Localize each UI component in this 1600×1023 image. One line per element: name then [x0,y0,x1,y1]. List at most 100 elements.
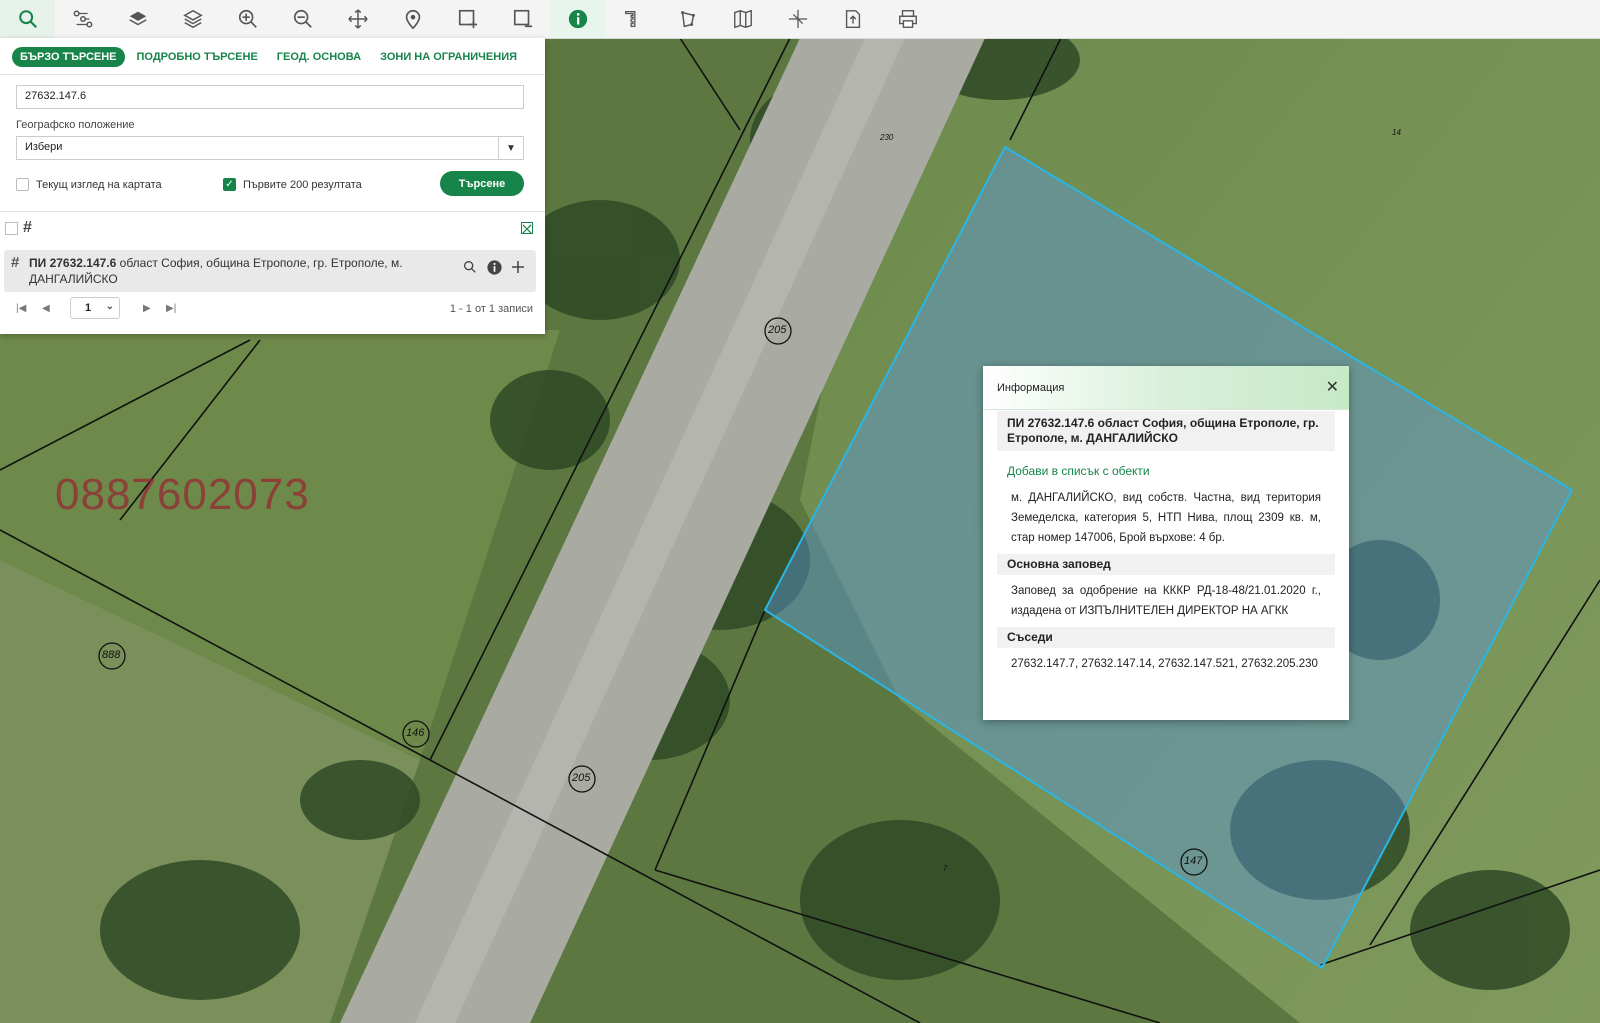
location-pin-icon [405,9,420,30]
select-rect-tool[interactable] [440,0,495,38]
measure-icon [624,11,635,27]
select-all-checkbox[interactable] [5,222,18,235]
search-button[interactable]: Търсене [440,171,524,196]
map-tool[interactable] [715,0,770,38]
route-tool[interactable] [55,0,110,38]
map-icon [733,9,752,29]
prev-page-button[interactable]: ◀ [42,303,50,314]
parcel-details: м. ДАНГАЛИЙСКО, вид собств. Частна, вид … [1011,492,1321,544]
checkmark-icon: ✓ [223,178,236,191]
info-icon [486,259,502,275]
search-icon [18,10,37,29]
parcel-number-label: 205 [768,324,787,336]
info-popup: Информация ✕ ПИ 27632.147.6 област София… [983,366,1349,720]
search-input[interactable]: 27632.147.6 [16,85,524,109]
parcel-title: ПИ 27632.147.6 област София, община Етро… [997,411,1335,451]
zoom-to-result-button[interactable] [458,255,482,279]
first-page-button[interactable]: |◀ [16,303,26,314]
info-icon [568,9,587,29]
select-clear-icon [513,9,532,28]
export-tool[interactable] [825,0,880,38]
add-to-list-button[interactable] [506,255,530,279]
checkbox-box [16,178,29,191]
layers-tool[interactable] [165,0,220,38]
geo-position-label: Географско положение [16,119,135,131]
last-page-button[interactable]: ▶| [166,303,176,314]
current-view-checkbox[interactable]: Текущ изглед на картата [16,178,162,191]
chevron-down-icon: ⌄ [105,301,114,312]
location-tool[interactable] [385,0,440,38]
search-tool[interactable] [0,0,55,38]
crosshair-tool[interactable] [770,0,825,38]
geo-position-select[interactable]: Избери ▼ [16,136,524,160]
grid-icon[interactable]: # [23,219,32,237]
parcel-number-label: 888 [102,649,121,661]
page-number: 1 [85,302,92,314]
zoom-in-tool[interactable] [220,0,275,38]
records-count: 1 - 1 от 1 записи [449,303,533,315]
print-icon [898,10,917,28]
pan-tool[interactable] [330,0,385,38]
current-view-label: Текущ изглед на картата [36,178,162,191]
parcel-icon: # [11,254,20,271]
neighbors-text: 27632.147.7, 27632.147.14, 27632.147.521… [1011,658,1318,670]
layers-icon [182,9,203,29]
result-actions [458,255,530,279]
polygon-tool[interactable] [660,0,715,38]
zoom-out-icon [293,9,312,28]
parcel-number-label: 205 [572,772,591,784]
panel-divider [0,211,545,212]
result-title: ПИ 27632.147.6 [29,256,117,270]
measure-tool[interactable] [605,0,660,38]
chevron-down-icon: ▼ [498,137,523,159]
pan-icon [347,9,368,29]
route-icon [73,10,92,28]
add-to-objects-link[interactable]: Добави в списък с обекти [997,451,1335,486]
expand-icon[interactable] [521,222,533,234]
polygon-icon [680,11,695,28]
parcel-number-label: 230 [880,133,894,142]
geo-position-value: Избери [25,141,63,153]
next-page-button[interactable]: ▶ [143,303,151,314]
print-tool[interactable] [880,0,935,38]
info-tool[interactable] [550,0,605,38]
crosshair-icon [788,9,807,29]
result-info-button[interactable] [482,255,506,279]
plus-icon [512,261,524,273]
search-icon [464,261,476,273]
zoom-out-tool[interactable] [275,0,330,38]
tab-restriction-zones[interactable]: ЗОНИ НА ОГРАНИЧЕНИЯ [380,51,517,63]
search-tabs: БЪРЗО ТЪРСЕНЕ ПОДРОБНО ТЪРСЕНЕ ГЕОД. ОСН… [0,38,545,75]
layer-icon [128,11,147,26]
close-icon[interactable]: ✕ [1326,377,1339,397]
order-section-title: Основна заповед [997,554,1335,575]
order-text: Заповед за одобрение на КККР РД-18-48/21… [1011,585,1321,617]
phone-watermark: 0887602073 [55,470,310,519]
first200-label: Първите 200 резултата [243,178,362,191]
popup-header: Информация ✕ [983,366,1349,410]
first200-checkbox[interactable]: ✓ Първите 200 резултата [223,178,362,191]
layer-tool[interactable] [110,0,165,38]
select-rect-icon [458,9,477,29]
zoom-in-icon [238,9,257,28]
result-item[interactable]: # ПИ 27632.147.6 област София, община Ет… [4,250,536,292]
popup-body: ПИ 27632.147.6 област София, община Етро… [997,411,1335,680]
parcel-number-label: 146 [406,727,425,739]
result-desc: област София, община Етрополе, гр. Етроп… [119,256,403,270]
result-desc-line2: ДАНГАЛИЙСКО [29,272,118,286]
tab-geodetic-base[interactable]: ГЕОД. ОСНОВА [277,51,361,63]
parcel-number-label: 147 [1184,855,1203,867]
page-select[interactable]: 1 ⌄ [70,297,120,319]
pagination: |◀ ◀ 1 ⌄ ▶ ▶| 1 - 1 от 1 записи [0,294,545,324]
tab-quick-search[interactable]: БЪРЗО ТЪРСЕНЕ [12,47,125,67]
map-toolbar [0,0,1600,39]
tab-detailed-search[interactable]: ПОДРОБНО ТЪРСЕНЕ [137,51,258,63]
parcel-number-label: 14 [1392,128,1401,137]
search-panel: БЪРЗО ТЪРСЕНЕ ПОДРОБНО ТЪРСЕНЕ ГЕОД. ОСН… [0,38,545,334]
neighbors-section-title: Съседи [997,627,1335,648]
popup-title: Информация [997,381,1065,394]
result-text: ПИ 27632.147.6 област София, община Етро… [29,255,429,287]
export-icon [845,10,860,28]
select-clear-tool[interactable] [495,0,550,38]
parcel-number-label: 7 [943,864,948,873]
